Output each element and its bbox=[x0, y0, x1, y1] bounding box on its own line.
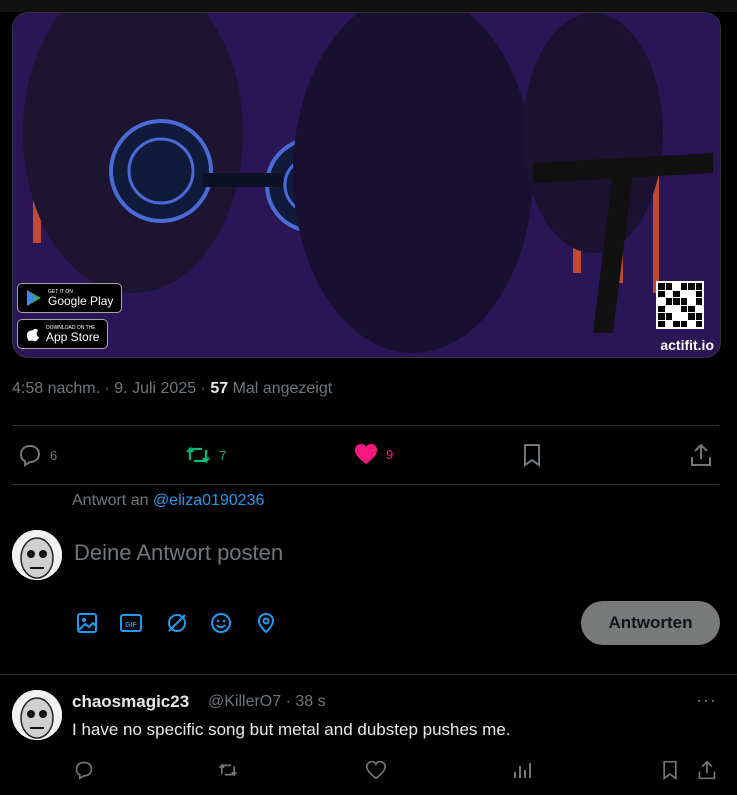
avatar-image bbox=[12, 690, 62, 740]
retweet-icon bbox=[186, 446, 210, 464]
qr-code bbox=[656, 281, 704, 329]
reply-submit-button[interactable]: Antworten bbox=[581, 601, 720, 645]
divider bbox=[12, 425, 719, 426]
like-icon[interactable] bbox=[366, 760, 386, 780]
retweet-count: 7 bbox=[219, 447, 227, 463]
like-action[interactable]: 9 bbox=[354, 443, 393, 465]
reply-text: I have no specific song but metal and du… bbox=[72, 720, 511, 739]
avatar-image bbox=[12, 530, 62, 580]
tweet-media-image[interactable]: GET IT ON Google Play Download on the Ap… bbox=[12, 12, 721, 358]
views-icon[interactable] bbox=[512, 760, 532, 780]
top-bar bbox=[0, 0, 737, 12]
location-icon[interactable] bbox=[255, 612, 277, 634]
divider bbox=[0, 674, 737, 675]
reply-count: 6 bbox=[50, 447, 58, 463]
google-play-label: Google Play bbox=[48, 294, 114, 308]
app-store-badge[interactable]: Download on the App Store bbox=[17, 319, 109, 349]
reply-icon[interactable] bbox=[74, 760, 94, 780]
divider bbox=[12, 484, 719, 485]
reply-icon bbox=[19, 444, 41, 467]
reply-to-line: Antwort an @eliza0190236 bbox=[72, 492, 264, 510]
emoji-icon[interactable] bbox=[210, 612, 232, 634]
reply-to-handle[interactable]: @eliza0190236 bbox=[153, 492, 264, 509]
bookmark-icon bbox=[524, 444, 540, 467]
bookmark-icon[interactable] bbox=[660, 760, 680, 780]
share-action[interactable] bbox=[690, 443, 712, 467]
bookmark-action[interactable] bbox=[522, 443, 542, 467]
tweet-timestamp[interactable]: 4:58 nachm. · 9. Juli 2025 · bbox=[12, 380, 210, 397]
avatar[interactable] bbox=[12, 530, 62, 580]
app-store-label: App Store bbox=[46, 330, 100, 344]
google-play-icon bbox=[27, 290, 41, 306]
retweet-icon[interactable] bbox=[218, 760, 238, 780]
site-watermark: actifit.io bbox=[660, 337, 714, 353]
share-icon bbox=[691, 443, 711, 466]
tweet-meta: 4:58 nachm. · 9. Juli 2025 · 57 Mal ange… bbox=[12, 380, 332, 398]
retweet-action[interactable]: 7 bbox=[185, 443, 226, 467]
view-count: 57 bbox=[210, 380, 229, 397]
image-icon[interactable] bbox=[76, 612, 98, 634]
heart-icon bbox=[355, 444, 377, 464]
reply-author-name[interactable]: chaosmagic23 bbox=[72, 692, 189, 712]
svg-text:GIF: GIF bbox=[125, 622, 137, 629]
more-options-button[interactable]: ··· bbox=[696, 690, 717, 711]
reply-action[interactable]: 6 bbox=[18, 443, 57, 467]
reply-author-handle[interactable]: @KillerO7 · 38 s bbox=[208, 693, 326, 711]
reply-to-label: Antwort an bbox=[72, 492, 153, 509]
share-icon[interactable] bbox=[697, 760, 717, 780]
apple-icon bbox=[26, 328, 39, 342]
grok-icon[interactable] bbox=[166, 612, 188, 634]
reply-avatar[interactable] bbox=[12, 690, 62, 740]
view-label: Mal angezeigt bbox=[228, 380, 333, 397]
reply-input[interactable]: Deine Antwort posten bbox=[74, 540, 283, 566]
gif-icon[interactable]: GIF bbox=[120, 612, 142, 634]
like-count: 9 bbox=[386, 446, 394, 462]
google-play-badge[interactable]: GET IT ON Google Play bbox=[17, 283, 123, 313]
